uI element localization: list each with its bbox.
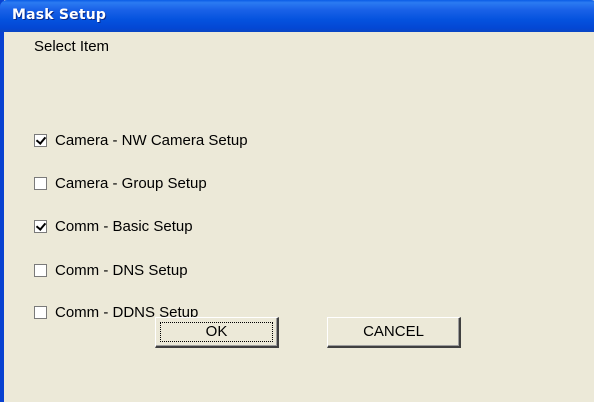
comm-dns-label: Comm - DNS Setup: [55, 261, 188, 279]
checkbox-row-comm-basic[interactable]: Comm - Basic Setup: [34, 216, 193, 236]
checkbox-row-camera-group[interactable]: Camera - Group Setup: [34, 173, 207, 193]
cancel-button-label: CANCEL: [363, 323, 424, 340]
focus-rectangle: [160, 322, 273, 342]
cancel-button[interactable]: CANCEL: [327, 317, 461, 348]
comm-ddns-checkbox[interactable]: [34, 305, 47, 319]
camera-nw-label: Camera - NW Camera Setup: [55, 131, 248, 149]
camera-group-label: Camera - Group Setup: [55, 174, 207, 192]
comm-dns-checkbox[interactable]: [34, 263, 47, 277]
title-bar[interactable]: Mask Setup: [0, 0, 594, 32]
camera-nw-checkbox[interactable]: [34, 133, 47, 147]
checkbox-row-camera-nw[interactable]: Camera - NW Camera Setup: [34, 130, 248, 150]
mask-setup-dialog: Mask Setup Select Item Camera - NW Camer…: [0, 0, 594, 402]
select-item-label: Select Item: [34, 38, 110, 55]
camera-group-checkbox[interactable]: [34, 176, 47, 190]
checkbox-row-comm-dns[interactable]: Comm - DNS Setup: [34, 260, 188, 280]
window-title: Mask Setup: [12, 7, 107, 23]
comm-basic-label: Comm - Basic Setup: [55, 217, 193, 235]
comm-basic-checkbox[interactable]: [34, 219, 47, 233]
ok-button[interactable]: OK: [155, 317, 279, 348]
